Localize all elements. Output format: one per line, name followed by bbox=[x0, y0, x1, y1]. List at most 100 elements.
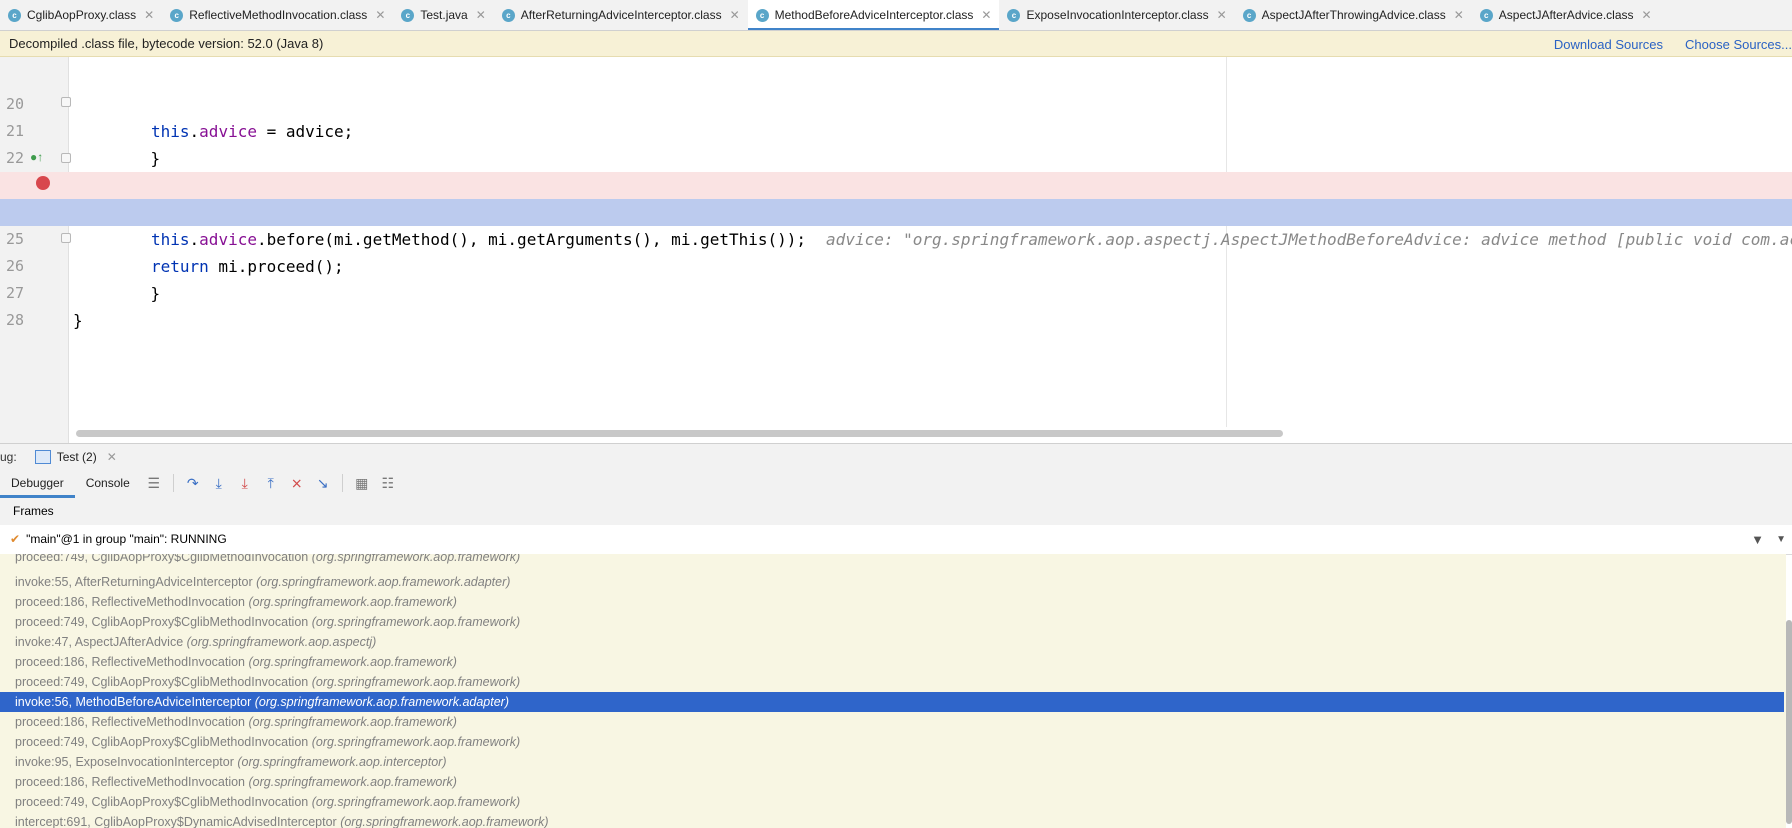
close-icon[interactable]: ✕ bbox=[730, 8, 740, 22]
download-sources-link[interactable]: Download Sources bbox=[1554, 37, 1663, 52]
debug-session-tab[interactable]: Test (2) ✕ bbox=[34, 449, 117, 464]
trace-icon[interactable]: ☷ bbox=[375, 472, 401, 494]
frames-title: Frames bbox=[13, 504, 54, 518]
tab-console[interactable]: Console bbox=[75, 468, 141, 498]
editor-horizontal-scrollbar[interactable] bbox=[76, 430, 1283, 437]
frame-package: (org.springframework.aop.framework.adapt… bbox=[254, 695, 510, 709]
choose-sources-link[interactable]: Choose Sources... bbox=[1685, 37, 1792, 52]
debug-tool-window-header: ug: Test (2) ✕ bbox=[0, 443, 1792, 469]
code-line-25-current[interactable]: 25 return mi.proceed(); bbox=[0, 199, 1792, 276]
close-icon[interactable]: ✕ bbox=[107, 450, 117, 464]
frame-location: intercept:691, CglibAopProxy$DynamicAdvi… bbox=[15, 815, 337, 828]
filter-icon[interactable]: ▼ bbox=[1751, 525, 1764, 554]
frames-vertical-scrollbar[interactable] bbox=[1786, 620, 1792, 824]
fold-marker-icon[interactable] bbox=[61, 153, 71, 163]
code-line-24-breakpoint[interactable]: 24 this.advice.before(mi.getMethod(), mi… bbox=[0, 172, 1792, 249]
frame-package: (org.springframework.aop.framework) bbox=[340, 815, 549, 828]
frame-location: proceed:186, ReflectiveMethodInvocation bbox=[15, 715, 246, 729]
code-line-20[interactable]: 20 this.advice = advice; bbox=[0, 64, 1792, 141]
code-line-28[interactable]: 28 bbox=[0, 280, 1792, 329]
tab-label: AspectJAfterThrowingAdvice.class bbox=[1261, 8, 1446, 22]
tab-method-before-advice-interceptor[interactable]: c MethodBeforeAdviceInterceptor.class ✕ bbox=[747, 0, 1000, 30]
code-line-21[interactable]: 21 } bbox=[0, 91, 1792, 168]
thread-selector[interactable]: ✔ "main"@1 in group "main": RUNNING ▼ ▼ bbox=[0, 525, 1792, 555]
run-to-cursor-icon[interactable]: ↘ bbox=[310, 472, 336, 494]
tab-label: ReflectiveMethodInvocation.class bbox=[189, 8, 368, 22]
drop-frame-icon[interactable]: ⨯ bbox=[284, 472, 310, 494]
evaluate-expression-icon[interactable]: ▦ bbox=[349, 472, 375, 494]
decompiled-banner: Decompiled .class file, bytecode version… bbox=[0, 31, 1792, 57]
code-line-23[interactable]: 23 public Object invoke(MethodInvocation… bbox=[0, 145, 1792, 222]
frame-package: (org.springframework.aop.aspectj) bbox=[186, 635, 377, 649]
class-file-icon: c bbox=[1007, 8, 1021, 22]
step-over-icon[interactable]: ↷ bbox=[180, 472, 206, 494]
menu-icon[interactable]: ☰ bbox=[141, 472, 167, 494]
code-line-26[interactable]: 26 } bbox=[0, 226, 1792, 303]
close-icon[interactable]: ✕ bbox=[144, 8, 154, 22]
tab-cglib-aop-proxy[interactable]: c CglibAopProxy.class ✕ bbox=[0, 0, 162, 30]
tab-label: CglibAopProxy.class bbox=[27, 8, 137, 22]
class-file-icon: c bbox=[501, 8, 515, 22]
code-line-22[interactable]: 22 bbox=[0, 118, 1792, 167]
frame-location: proceed:749, CglibAopProxy$CglibMethodIn… bbox=[15, 554, 309, 564]
tab-test-java[interactable]: c Test.java ✕ bbox=[393, 0, 493, 30]
frame-row[interactable]: invoke:95, ExposeInvocationInterceptor (… bbox=[0, 752, 1784, 772]
debugger-toolbar: Debugger Console ☰ ↷ ⤓ ⤓ ⤒ ⨯ ↘ ▦ ☷ bbox=[0, 468, 1792, 499]
close-icon[interactable]: ✕ bbox=[1217, 8, 1227, 22]
force-step-into-icon[interactable]: ⤓ bbox=[232, 472, 258, 494]
close-icon[interactable]: ✕ bbox=[1454, 8, 1464, 22]
frame-row[interactable]: invoke:47, AspectJAfterAdvice (org.sprin… bbox=[0, 632, 1784, 652]
class-file-icon: c bbox=[1242, 8, 1256, 22]
toolbar-divider bbox=[341, 474, 343, 492]
frame-location: proceed:749, CglibAopProxy$CglibMethodIn… bbox=[15, 675, 309, 689]
tab-aspectj-after-throwing-advice[interactable]: c AspectJAfterThrowingAdvice.class ✕ bbox=[1235, 0, 1472, 30]
frame-location: proceed:749, CglibAopProxy$CglibMethodIn… bbox=[15, 795, 309, 809]
tab-aspectj-after-advice[interactable]: c AspectJAfterAdvice.class ✕ bbox=[1472, 0, 1660, 30]
frames-list: proceed:749, CglibAopProxy$CglibMethodIn… bbox=[0, 554, 1786, 828]
frame-location: proceed:749, CglibAopProxy$CglibMethodIn… bbox=[15, 615, 309, 629]
frame-location: proceed:186, ReflectiveMethodInvocation bbox=[15, 775, 246, 789]
frame-row[interactable]: proceed:749, CglibAopProxy$CglibMethodIn… bbox=[0, 554, 1784, 567]
banner-message: Decompiled .class file, bytecode version… bbox=[9, 36, 324, 51]
step-out-icon[interactable]: ⤒ bbox=[258, 472, 284, 494]
implements-method-icon[interactable]: ●↑ bbox=[30, 150, 43, 164]
tab-label: AspectJAfterAdvice.class bbox=[1498, 8, 1634, 22]
frame-row[interactable]: proceed:749, CglibAopProxy$CglibMethodIn… bbox=[0, 792, 1784, 812]
frame-row[interactable]: proceed:749, CglibAopProxy$CglibMethodIn… bbox=[0, 612, 1784, 632]
tab-reflective-method-invocation[interactable]: c ReflectiveMethodInvocation.class ✕ bbox=[162, 0, 393, 30]
frame-row[interactable]: invoke:55, AfterReturningAdviceIntercept… bbox=[0, 572, 1784, 592]
frame-row-selected[interactable]: invoke:56, MethodBeforeAdviceInterceptor… bbox=[0, 692, 1784, 712]
line-number: 28 bbox=[6, 311, 25, 329]
close-icon[interactable]: ✕ bbox=[981, 8, 991, 22]
frame-row[interactable]: proceed:186, ReflectiveMethodInvocation … bbox=[0, 592, 1784, 612]
close-icon[interactable]: ✕ bbox=[1642, 8, 1652, 22]
chevron-down-icon[interactable]: ▼ bbox=[1776, 525, 1786, 554]
class-file-icon: c bbox=[8, 8, 21, 22]
step-into-icon[interactable]: ⤓ bbox=[206, 472, 232, 494]
tab-expose-invocation-interceptor[interactable]: c ExposeInvocationInterceptor.class ✕ bbox=[999, 0, 1234, 30]
frame-row[interactable]: intercept:691, CglibAopProxy$DynamicAdvi… bbox=[0, 812, 1784, 828]
frame-row[interactable]: proceed:186, ReflectiveMethodInvocation … bbox=[0, 652, 1784, 672]
frame-row[interactable]: proceed:186, ReflectiveMethodInvocation … bbox=[0, 772, 1784, 792]
frame-package: (org.springframework.aop.framework) bbox=[311, 615, 521, 629]
frame-location: invoke:47, AspectJAfterAdvice bbox=[15, 635, 184, 649]
tab-label: Test.java bbox=[420, 8, 468, 22]
frame-package: (org.springframework.aop.framework) bbox=[248, 595, 457, 609]
fold-marker-icon[interactable] bbox=[61, 97, 71, 107]
tab-label: ExposeInvocationInterceptor.class bbox=[1026, 8, 1209, 22]
frame-package: (org.springframework.aop.framework) bbox=[311, 675, 521, 689]
frame-row[interactable]: proceed:749, CglibAopProxy$CglibMethodIn… bbox=[0, 672, 1784, 692]
close-icon[interactable]: ✕ bbox=[476, 8, 486, 22]
debug-label: ug: bbox=[0, 449, 17, 464]
tab-after-returning-advice-interceptor[interactable]: c AfterReturningAdviceInterceptor.class ✕ bbox=[494, 0, 748, 30]
tab-label: MethodBeforeAdviceInterceptor.class bbox=[774, 8, 974, 22]
frame-row[interactable]: proceed:749, CglibAopProxy$CglibMethodIn… bbox=[0, 732, 1784, 752]
close-icon[interactable]: ✕ bbox=[375, 8, 385, 22]
frame-row[interactable]: proceed:186, ReflectiveMethodInvocation … bbox=[0, 712, 1784, 732]
breakpoint-icon[interactable] bbox=[36, 176, 50, 190]
frame-location: invoke:55, AfterReturningAdviceIntercept… bbox=[15, 575, 253, 589]
fold-marker-icon[interactable] bbox=[61, 233, 71, 243]
frame-package: (org.springframework.aop.framework) bbox=[311, 795, 521, 809]
tab-debugger[interactable]: Debugger bbox=[0, 468, 75, 498]
code-line-27[interactable]: 27 } bbox=[0, 253, 1792, 330]
